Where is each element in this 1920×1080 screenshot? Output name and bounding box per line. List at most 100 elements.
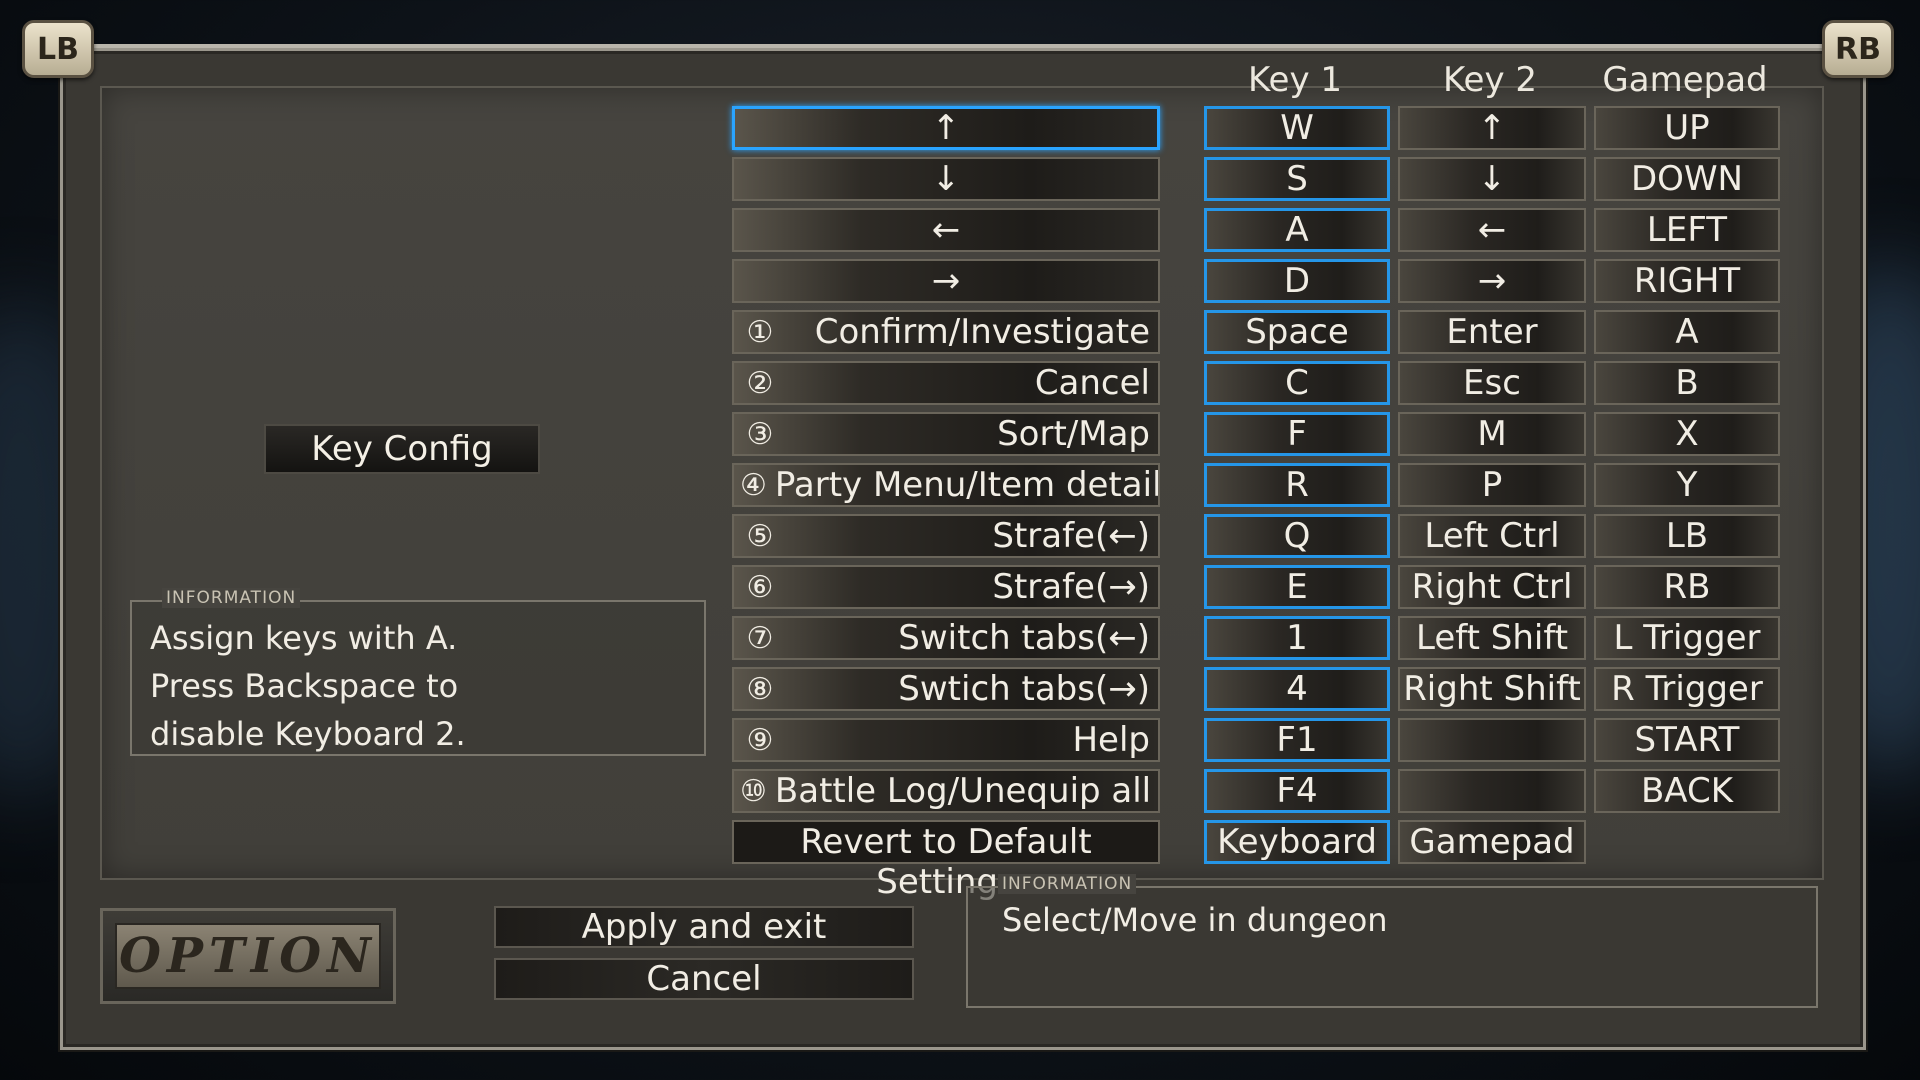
action-row[interactable]: ⑤ Strafe(←): [732, 514, 1160, 558]
gamepad-binding[interactable]: RIGHT: [1594, 259, 1780, 303]
action-row[interactable]: ② Cancel: [732, 361, 1160, 405]
key1-binding[interactable]: Space: [1204, 310, 1390, 354]
key1-binding[interactable]: S: [1204, 157, 1390, 201]
info-line: Assign keys with A.: [150, 619, 458, 657]
action-arrow-label: ↑: [931, 108, 961, 148]
revert-default-button[interactable]: Revert to Default Settings: [732, 820, 1160, 902]
key2-binding[interactable]: [1398, 718, 1586, 762]
gamepad-binding[interactable]: X: [1594, 412, 1780, 456]
gamepad-binding[interactable]: UP: [1594, 106, 1780, 150]
option-plate: OPTION: [100, 908, 396, 1004]
action-number: ⑤: [746, 518, 774, 554]
revert-keyboard-button[interactable]: Keyboard: [1204, 820, 1390, 864]
action-number: ④: [740, 467, 767, 503]
gamepad-binding[interactable]: A: [1594, 310, 1780, 354]
gamepad-binding[interactable]: B: [1594, 361, 1780, 405]
action-row[interactable]: ⑧ Swtich tabs(→): [732, 667, 1160, 711]
gamepad-binding[interactable]: R Trigger: [1594, 667, 1780, 711]
key1-binding[interactable]: C: [1204, 361, 1390, 405]
key2-binding[interactable]: ↑: [1398, 106, 1586, 150]
gamepad-binding[interactable]: LEFT: [1594, 208, 1780, 252]
top-divider: [92, 44, 1828, 48]
info-line: disable Keyboard 2.: [150, 715, 466, 753]
key1-binding[interactable]: R: [1204, 463, 1390, 507]
gamepad-binding[interactable]: DOWN: [1594, 157, 1780, 201]
action-row[interactable]: ⑦ Switch tabs(←): [732, 616, 1160, 660]
revert-gamepad-button[interactable]: Gamepad: [1398, 820, 1586, 864]
key1-binding[interactable]: W: [1204, 106, 1390, 150]
gamepad-binding[interactable]: LB: [1594, 514, 1780, 558]
action-arrow-label: ←: [931, 210, 961, 250]
action-label: Help: [1072, 720, 1150, 760]
gamepad-binding[interactable]: Y: [1594, 463, 1780, 507]
key1-binding[interactable]: A: [1204, 208, 1390, 252]
bottom-information-title: INFORMATION: [998, 874, 1137, 894]
action-row[interactable]: ⑥ Strafe(→): [732, 565, 1160, 609]
bottom-information-box: INFORMATION Select/Move in dungeon: [966, 874, 1818, 1008]
action-number: ③: [746, 416, 774, 452]
left-information-title: INFORMATION: [162, 588, 301, 608]
action-row[interactable]: ↑: [732, 106, 1160, 150]
key2-binding[interactable]: M: [1398, 412, 1586, 456]
action-row[interactable]: →: [732, 259, 1160, 303]
action-arrow-label: ↓: [931, 159, 961, 199]
key2-binding[interactable]: Enter: [1398, 310, 1586, 354]
action-row[interactable]: ③ Sort/Map: [732, 412, 1160, 456]
rb-shoulder-button[interactable]: RB: [1822, 20, 1894, 78]
info-line: Press Backspace to: [150, 667, 459, 705]
gamepad-binding[interactable]: START: [1594, 718, 1780, 762]
action-row[interactable]: ④ Party Menu/Item detail: [732, 463, 1160, 507]
key1-binding[interactable]: F: [1204, 412, 1390, 456]
left-information-box: INFORMATION Assign keys with A. Press Ba…: [130, 588, 706, 756]
action-row[interactable]: ⑩ Battle Log/Unequip all: [732, 769, 1160, 813]
action-label: Swtich tabs(→): [898, 669, 1150, 709]
key2-binding[interactable]: Right Shift: [1398, 667, 1586, 711]
key2-binding[interactable]: ←: [1398, 208, 1586, 252]
gamepad-binding[interactable]: RB: [1594, 565, 1780, 609]
action-number: ⑨: [746, 722, 774, 758]
action-label: Party Menu/Item detail: [774, 465, 1160, 505]
bottom-information-text: Select/Move in dungeon: [1002, 901, 1388, 939]
column-header-key1: Key 1: [1247, 60, 1343, 100]
action-label: Strafe(→): [992, 567, 1150, 607]
key2-binding[interactable]: Right Ctrl: [1398, 565, 1586, 609]
action-number: ②: [746, 365, 774, 401]
key1-binding[interactable]: Q: [1204, 514, 1390, 558]
option-title: OPTION: [115, 923, 381, 989]
action-number: ⑥: [746, 569, 774, 605]
key2-binding[interactable]: Left Ctrl: [1398, 514, 1586, 558]
key2-binding[interactable]: Left Shift: [1398, 616, 1586, 660]
action-row[interactable]: ① Confirm/Investigate: [732, 310, 1160, 354]
cancel-button[interactable]: Cancel: [494, 958, 914, 1000]
key1-binding[interactable]: 4: [1204, 667, 1390, 711]
action-number: ⑩: [740, 773, 767, 809]
action-label: Confirm/Investigate: [814, 312, 1150, 352]
key2-binding[interactable]: ↓: [1398, 157, 1586, 201]
action-label: Strafe(←): [992, 516, 1150, 556]
action-number: ⑧: [746, 671, 774, 707]
action-number: ⑦: [746, 620, 774, 656]
apply-and-exit-button[interactable]: Apply and exit: [494, 906, 914, 948]
key2-binding[interactable]: P: [1398, 463, 1586, 507]
lb-shoulder-button[interactable]: LB: [22, 20, 94, 78]
key-config-button[interactable]: Key Config: [264, 424, 540, 474]
action-row[interactable]: ↓: [732, 157, 1160, 201]
action-label: Sort/Map: [997, 414, 1150, 454]
key1-binding[interactable]: F1: [1204, 718, 1390, 762]
key1-binding[interactable]: E: [1204, 565, 1390, 609]
action-label: Switch tabs(←): [898, 618, 1150, 658]
key2-binding[interactable]: Esc: [1398, 361, 1586, 405]
action-row[interactable]: ←: [732, 208, 1160, 252]
key2-binding[interactable]: →: [1398, 259, 1586, 303]
action-label: Battle Log/Unequip all: [774, 771, 1152, 811]
action-row[interactable]: ⑨ Help: [732, 718, 1160, 762]
key1-binding[interactable]: F4: [1204, 769, 1390, 813]
gamepad-binding[interactable]: L Trigger: [1594, 616, 1780, 660]
gamepad-binding[interactable]: BACK: [1594, 769, 1780, 813]
key1-binding[interactable]: 1: [1204, 616, 1390, 660]
action-number: ①: [746, 314, 774, 350]
action-label: Cancel: [1034, 363, 1150, 403]
key1-binding[interactable]: D: [1204, 259, 1390, 303]
column-header-gamepad: Gamepad: [1602, 60, 1768, 100]
key2-binding[interactable]: [1398, 769, 1586, 813]
